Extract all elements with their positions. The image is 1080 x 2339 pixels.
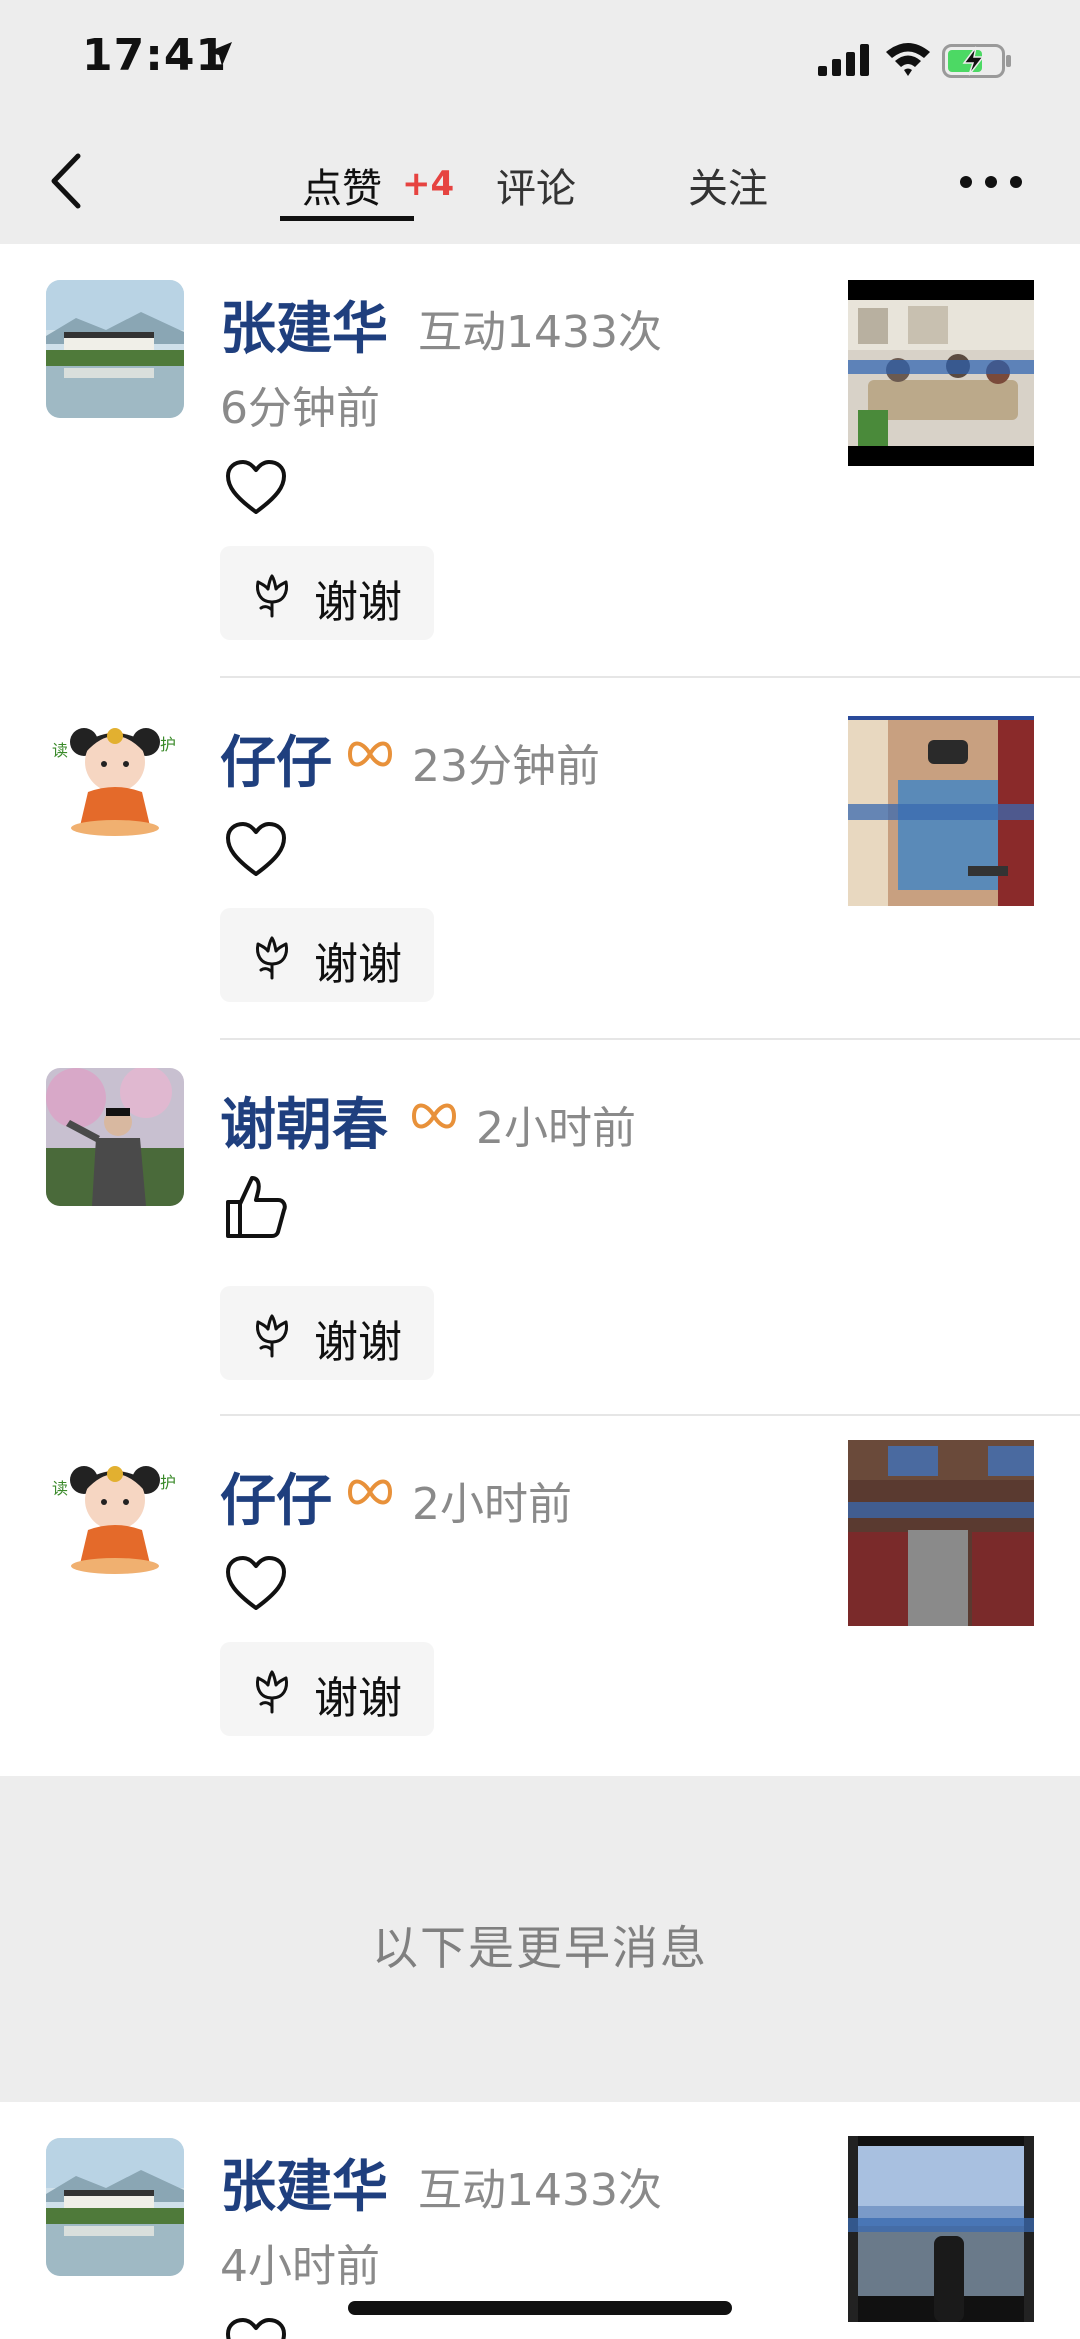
thanks-label: 谢谢 (314, 1673, 402, 1724)
flower-icon (256, 1314, 288, 1358)
interaction-count: 互动1433次 (418, 2165, 662, 2216)
heart-icon (226, 2318, 286, 2339)
notification-list: 张建华 互动1433次 6分钟前 谢谢 读 护 仔仔 23分钟前 谢谢 谢朝春 … (0, 244, 1080, 1776)
avatar[interactable]: 读 护 (46, 1444, 184, 1582)
battery-charging-icon (942, 44, 1011, 78)
earlier-messages-section: 以下是更早消息 (0, 1776, 1080, 2102)
heart-icon (226, 1556, 286, 1610)
user-name[interactable]: 谢朝春 (220, 1080, 388, 1161)
location-arrow-icon (208, 42, 232, 66)
avatar[interactable]: 读 护 (46, 706, 184, 844)
flower-icon (256, 574, 288, 618)
timestamp: 2小时前 (476, 1103, 636, 1154)
video-thumbnail[interactable] (848, 1440, 1034, 1626)
svg-text:护: 护 (160, 735, 176, 754)
earlier-messages-label: 以下是更早消息 (372, 1921, 708, 1975)
user-name[interactable]: 仔仔 (220, 718, 332, 799)
thanks-label: 谢谢 (314, 1317, 402, 1368)
user-name[interactable]: 张建华 (220, 2142, 388, 2223)
tab-likes-badge: +4 (402, 164, 455, 204)
avatar[interactable] (46, 1068, 184, 1206)
user-name[interactable]: 张建华 (220, 284, 388, 365)
avatar[interactable] (46, 2138, 184, 2276)
vip-badge-icon (411, 1103, 457, 1129)
video-thumbnail[interactable] (848, 280, 1034, 466)
interaction-count: 互动1433次 (418, 307, 662, 358)
thanks-button[interactable]: 谢谢 (220, 908, 434, 1002)
tab-follow[interactable]: 关注 (688, 156, 768, 214)
thanks-button[interactable]: 谢谢 (220, 1286, 434, 1380)
notification-item[interactable]: 谢朝春 2小时前 谢谢 (0, 1040, 1080, 1416)
video-thumbnail[interactable] (848, 2136, 1034, 2322)
notification-item[interactable]: 读 护 仔仔 2小时前 谢谢 (0, 1416, 1080, 1776)
tab-active-indicator (280, 216, 414, 221)
avatar[interactable] (46, 280, 184, 418)
svg-text:读: 读 (52, 1479, 68, 1498)
vip-badge-icon (347, 741, 393, 767)
home-indicator (348, 2301, 732, 2315)
flower-icon (256, 936, 288, 980)
heart-icon (226, 822, 286, 876)
svg-text:读: 读 (52, 741, 68, 760)
timestamp: 2小时前 (412, 1479, 572, 1530)
heart-icon (226, 460, 286, 514)
thanks-label: 谢谢 (314, 577, 402, 628)
video-thumbnail[interactable] (848, 720, 1034, 906)
back-chevron-icon[interactable] (40, 146, 100, 216)
thanks-label: 谢谢 (314, 939, 402, 990)
thanks-button[interactable]: 谢谢 (220, 546, 434, 640)
svg-text:护: 护 (160, 1473, 176, 1492)
user-name[interactable]: 仔仔 (220, 1456, 332, 1537)
flower-icon (256, 1670, 288, 1714)
more-options-icon[interactable] (956, 172, 1026, 192)
cellular-signal-icon (818, 44, 869, 76)
thanks-button[interactable]: 谢谢 (220, 1642, 434, 1736)
vip-badge-icon (347, 1479, 393, 1505)
notification-item[interactable]: 张建华 互动1433次 6分钟前 谢谢 (0, 244, 1080, 678)
thumbs-up-icon (226, 1176, 287, 1238)
timestamp: 6分钟前 (220, 383, 380, 434)
tab-comments[interactable]: 评论 (496, 156, 576, 214)
wifi-icon (886, 43, 930, 76)
timestamp: 23分钟前 (412, 741, 600, 792)
tab-likes[interactable]: 点赞 (302, 156, 382, 214)
status-bar: 17:41 (0, 0, 1080, 120)
timestamp: 4小时前 (220, 2241, 380, 2292)
nav-bar: 点赞 +4 评论 关注 (0, 120, 1080, 244)
